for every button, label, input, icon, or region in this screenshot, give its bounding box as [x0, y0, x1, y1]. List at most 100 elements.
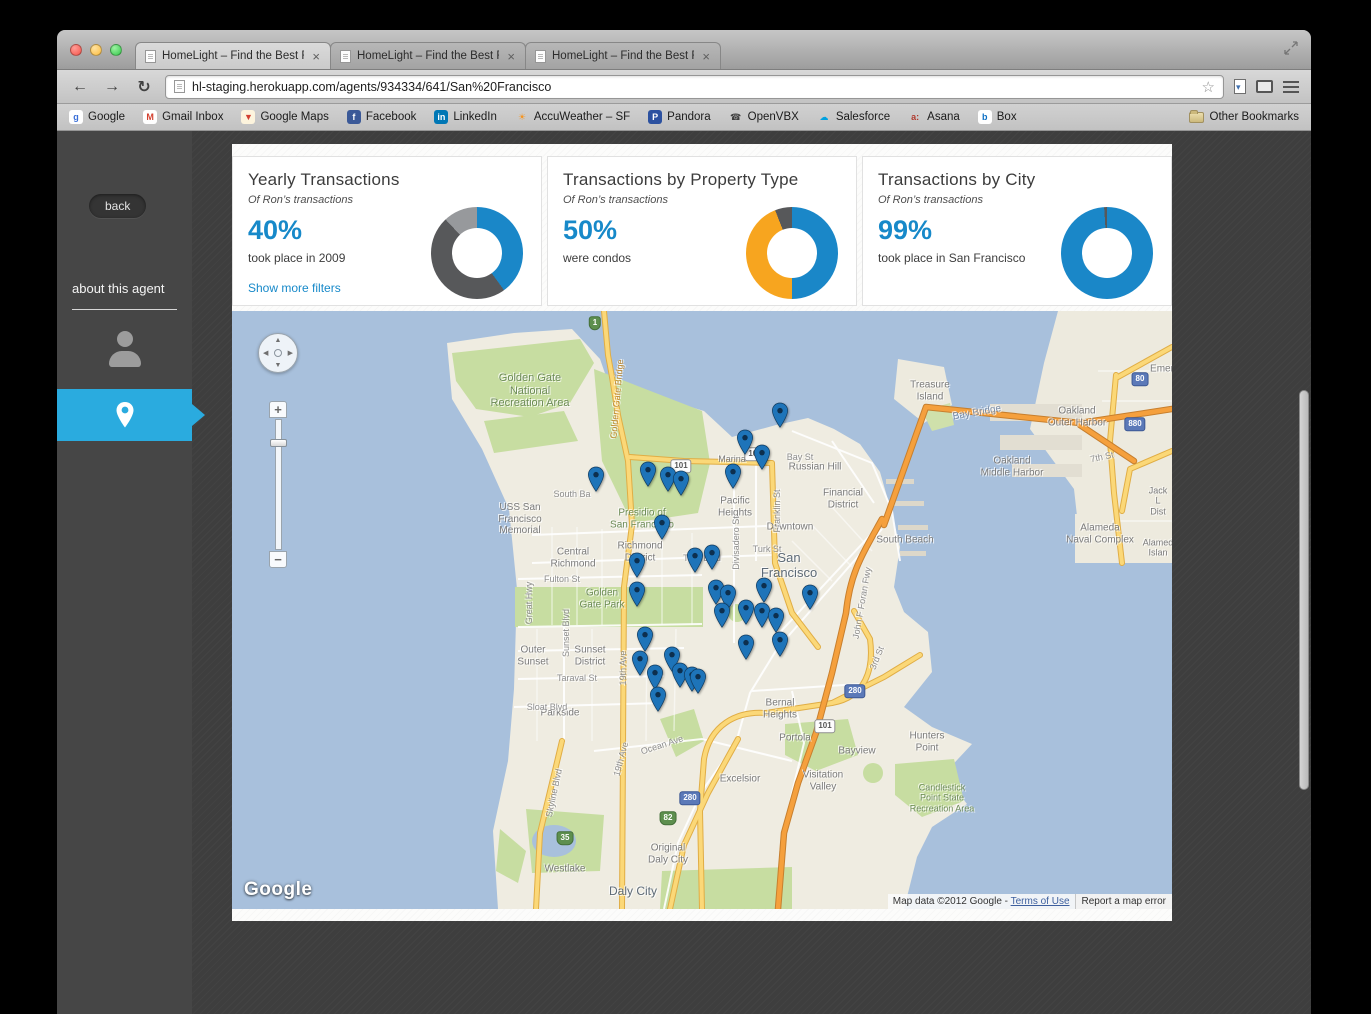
show-more-filters-link[interactable]: Show more filters	[248, 281, 341, 295]
bookmark-item[interactable]: in LinkedIn	[434, 110, 497, 124]
pan-center-icon[interactable]	[274, 349, 282, 357]
about-this-agent-label: about this agent	[72, 281, 177, 310]
stat-subtitle: Of Ron’s transactions	[248, 194, 353, 206]
menu-icon[interactable]	[1283, 80, 1299, 83]
stat-title: Yearly Transactions	[248, 170, 400, 189]
route-shield: 82	[659, 811, 677, 825]
url-text[interactable]: hl-staging.herokuapp.com/agents/934334/6…	[192, 80, 1195, 94]
map-pan-control[interactable]: ▲ ▼ ◀ ▶	[258, 333, 298, 373]
route-shield: 280	[844, 684, 866, 698]
route-shield: 880	[1124, 417, 1146, 431]
bookmark-item[interactable]: b Box	[977, 110, 1017, 124]
forward-nav-icon[interactable]: →	[101, 78, 123, 96]
bookmark-item[interactable]: a: Asana	[908, 110, 960, 124]
pan-left-icon[interactable]: ◀	[263, 349, 268, 357]
screen: HomeLight – Find the Best Re × HomeLight –…	[0, 0, 1371, 1014]
stat-card: Transactions by Property Type Of Ron’s t…	[547, 156, 857, 306]
bookmark-item[interactable]: f Facebook	[346, 110, 417, 124]
route-shield: 280	[679, 791, 701, 805]
vertical-scrollbar[interactable]	[1299, 390, 1309, 790]
map-pin-marker[interactable]	[687, 547, 704, 574]
bookmark-label: OpenVBX	[747, 111, 799, 123]
page-action-icon[interactable]	[1234, 79, 1246, 94]
map-pin-marker[interactable]	[704, 544, 721, 571]
resize-grip-icon[interactable]	[1283, 40, 1299, 61]
other-bookmarks-button[interactable]: Other Bookmarks	[1188, 109, 1299, 123]
sidebar-item-map[interactable]	[57, 389, 205, 441]
browser-tab[interactable]: HomeLight – Find the Best Re ×	[135, 42, 331, 69]
map-pin-marker[interactable]	[738, 634, 755, 661]
route-shield: 1	[588, 316, 602, 330]
terms-of-use-link[interactable]: Terms of Use	[1011, 896, 1070, 907]
pan-right-icon[interactable]: ▶	[288, 349, 293, 357]
bookmark-label: Box	[996, 111, 1017, 123]
map-pin-marker[interactable]	[772, 402, 789, 429]
bookmark-item[interactable]: ▼ Google Maps	[241, 110, 329, 124]
browser-tab[interactable]: HomeLight – Find the Best Re ×	[525, 42, 721, 69]
pan-down-icon[interactable]: ▼	[275, 362, 282, 369]
bookmark-item[interactable]: P Pandora	[648, 110, 711, 124]
map-pin-marker[interactable]	[588, 466, 605, 493]
minimize-button[interactable]	[90, 44, 102, 56]
stats-row: Yearly Transactions Of Ron’s transaction…	[232, 156, 1172, 306]
map-pin-marker[interactable]	[756, 577, 773, 604]
map-pin-marker[interactable]	[738, 599, 755, 626]
bookmark-label: Facebook	[365, 111, 417, 123]
bookmark-item[interactable]: g Google	[69, 110, 125, 124]
donut-chart	[431, 207, 523, 299]
sidebar-item-profile[interactable]	[57, 321, 192, 377]
map-pin-marker[interactable]	[754, 444, 771, 471]
app-sidebar: back about this agent	[57, 131, 205, 1014]
pan-up-icon[interactable]: ▲	[275, 337, 282, 344]
bookmark-star-icon[interactable]: ☆	[1202, 78, 1215, 96]
presentation-icon[interactable]	[1256, 80, 1273, 93]
donut-chart	[746, 207, 838, 299]
map-pin-marker[interactable]	[673, 470, 690, 497]
bookmark-item[interactable]: M Gmail Inbox	[143, 110, 223, 124]
reload-icon[interactable]: ↻	[133, 77, 155, 97]
stat-subtitle: Of Ron’s transactions	[563, 194, 668, 206]
tab-favicon-icon	[340, 49, 351, 63]
zoom-out-button[interactable]: −	[269, 551, 287, 568]
tab-close-icon[interactable]: ×	[700, 50, 712, 63]
map-attribution: Map data ©2012 Google - Terms of Use Rep…	[887, 894, 1172, 909]
browser-tab[interactable]: HomeLight – Find the Best Re ×	[330, 42, 526, 69]
bookmark-item[interactable]: ☀ AccuWeather – SF	[515, 110, 630, 124]
bookmark-item[interactable]: ☁ Salesforce	[817, 110, 890, 124]
tab-close-icon[interactable]: ×	[310, 50, 322, 63]
tab-title: HomeLight – Find the Best Re	[357, 50, 500, 62]
map-canvas[interactable]	[232, 311, 1172, 909]
zoom-button[interactable]	[110, 44, 122, 56]
map-pin-marker[interactable]	[654, 514, 671, 541]
map[interactable]: ▲ ▼ ◀ ▶ + − Google Map data ©2012 Google…	[232, 311, 1172, 909]
tab-title: HomeLight – Find the Best Re	[552, 50, 695, 62]
bookmark-favicon-icon: ▼	[241, 110, 256, 124]
back-button[interactable]: back	[89, 194, 147, 218]
map-pin-marker[interactable]	[737, 429, 754, 456]
address-bar[interactable]: hl-staging.herokuapp.com/agents/934334/6…	[165, 74, 1224, 99]
zoom-in-button[interactable]: +	[269, 401, 287, 418]
bookmark-favicon-icon: ☎	[730, 111, 742, 122]
map-pin-marker[interactable]	[768, 607, 785, 634]
route-shield: 35	[556, 831, 574, 845]
map-pin-marker[interactable]	[725, 463, 742, 490]
map-pin-marker[interactable]	[629, 552, 646, 579]
map-pin-marker[interactable]	[637, 626, 654, 653]
bookmark-item[interactable]: ☎ OpenVBX	[729, 110, 799, 124]
map-pin-marker[interactable]	[629, 581, 646, 608]
report-map-error-link[interactable]: Report a map error	[1074, 894, 1172, 909]
close-button[interactable]	[70, 44, 82, 56]
stat-title: Transactions by City	[878, 170, 1036, 189]
map-pin-marker[interactable]	[690, 668, 707, 695]
google-maps-logo: Google	[244, 879, 313, 900]
back-nav-icon[interactable]: ←	[69, 78, 91, 96]
page-favicon-icon	[174, 80, 185, 93]
stat-title: Transactions by Property Type	[563, 170, 799, 189]
map-pin-marker[interactable]	[772, 631, 789, 658]
zoom-slider-handle[interactable]	[270, 439, 287, 447]
map-pin-marker[interactable]	[640, 461, 657, 488]
map-pin-marker[interactable]	[650, 686, 667, 713]
tab-close-icon[interactable]: ×	[505, 50, 517, 63]
map-pin-marker[interactable]	[714, 602, 731, 629]
map-pin-marker[interactable]	[802, 584, 819, 611]
